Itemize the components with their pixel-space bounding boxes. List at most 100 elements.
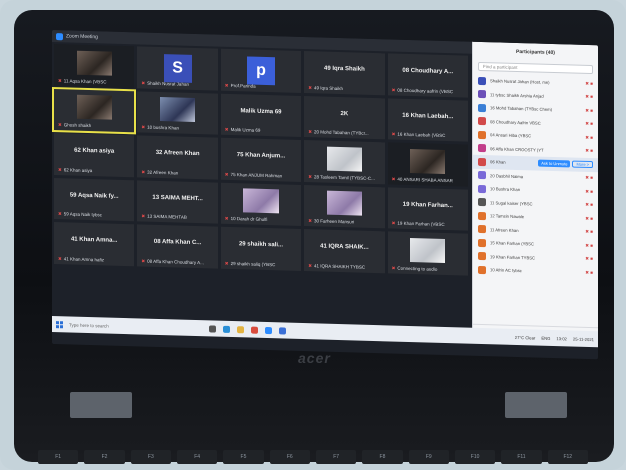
participant-more-button[interactable]: More > bbox=[572, 160, 593, 169]
video-tile[interactable]: 59 Aqsa Naik fy... ✖ 59 Aqsa Naik tybsc bbox=[54, 177, 135, 222]
video-tile[interactable]: 19 Khan Farhan... ✖ 19 Khan Farhan (VBSC bbox=[387, 186, 468, 231]
edge-icon[interactable] bbox=[223, 325, 230, 333]
video-tile[interactable]: 62 Khan asiya ✖ 62 Khan asiya bbox=[54, 133, 135, 177]
video-tile[interactable]: 41 IQRA SHAIK... ✖ 41 IQRA SHAIKH TYBSC bbox=[304, 229, 385, 273]
laptop-screen: Zoom Meeting ✖ 11 Aqsa Khan (VBSC S ✖ Shaikh… bbox=[52, 30, 598, 360]
participant-label: ✖ 28 Tasleem Tamil (TYBSC-C... bbox=[308, 174, 375, 182]
chrome-icon[interactable] bbox=[251, 326, 258, 334]
participant-name: 08 Choudhary Aafrin VBSC bbox=[490, 118, 541, 126]
participant-label-text: 20 Mohd Tabahan (TYBcr... bbox=[313, 129, 369, 136]
video-tile[interactable]: ✖ 10 Darah dr Ghulfi bbox=[220, 182, 302, 226]
clock-time[interactable]: 13:02 bbox=[556, 336, 566, 341]
video-tile[interactable]: 2K ✖ 20 Mohd Tabahan (TYBcr... bbox=[304, 95, 385, 140]
participant-label: ✖ 29 shaikh saliq (YBSC bbox=[225, 260, 276, 267]
left-hinge bbox=[70, 392, 132, 418]
muted-mic-icon: ✖ bbox=[224, 260, 229, 266]
function-key: F4 bbox=[176, 450, 218, 464]
participant-label-text: Connecting to audio bbox=[397, 265, 438, 272]
muted-mic-icon: ✖ bbox=[308, 173, 312, 179]
participant-label-text: 16 Khan Laebah (VBSC bbox=[397, 131, 446, 138]
video-tile[interactable]: 13 SAIMA MEHT... ✖ 13 SAIMA MEHTAB bbox=[137, 179, 218, 224]
participant-row[interactable]: 10 Afrin AC tybsc ✖ ■ bbox=[473, 263, 598, 280]
participant-label: ✖ 32 Afreen Khan bbox=[141, 169, 178, 176]
participant-label: ✖ 19 Khan Farhan (VBSC bbox=[392, 220, 445, 227]
video-tile[interactable]: p ✖ Prof.Parinda bbox=[220, 48, 302, 93]
participant-display-name: 49 Iqra Shaikh bbox=[324, 65, 365, 73]
participant-name: 06 Affa Khan CROOSTY (YT bbox=[490, 145, 544, 153]
participant-name: 04 Ansari Hiba (YBSC bbox=[490, 132, 532, 139]
task-view-icon[interactable] bbox=[209, 324, 216, 333]
participant-label: ✖ 75 Khan ANJUM Rahman bbox=[225, 171, 282, 179]
laptop-brand-logo: acer bbox=[298, 350, 331, 366]
participant-label-text: Malik Uzma 69 bbox=[230, 126, 261, 133]
ask-to-unmute-button[interactable]: Ask to Unmute bbox=[538, 159, 571, 168]
participant-search-input[interactable]: Find a participant bbox=[478, 61, 593, 75]
video-tile[interactable]: ✖ Ghosh shaikh bbox=[52, 86, 137, 135]
participant-display-name: 13 SAIMA MEHT... bbox=[152, 194, 203, 202]
participant-avatar bbox=[478, 76, 486, 85]
file-explorer-icon[interactable] bbox=[237, 325, 244, 333]
mic-camera-off-icon: ✖ ■ bbox=[585, 242, 593, 248]
function-key: F10 bbox=[454, 450, 496, 464]
muted-mic-icon: ✖ bbox=[391, 220, 396, 226]
video-tile[interactable]: 29 shaikh sali... ✖ 29 shaikh saliq (YBSC bbox=[220, 226, 302, 271]
video-tile[interactable]: 16 Khan Laebah... ✖ 16 Khan Laebah (VBSC bbox=[387, 97, 468, 142]
participant-label-text: 32 Afreen Khan bbox=[147, 169, 179, 176]
participant-avatar bbox=[478, 144, 486, 153]
participant-avatar bbox=[478, 171, 486, 180]
muted-mic-icon: ✖ bbox=[141, 124, 146, 130]
video-tile[interactable]: S ✖ Shaikh Nusrat Jahan bbox=[137, 46, 218, 91]
video-tile[interactable]: Malik Uzma 69 ✖ Malik Uzma 69 bbox=[220, 93, 302, 137]
participant-label: ✖ Ghosh shaikh bbox=[58, 122, 91, 129]
video-tile[interactable]: ✖ 28 Tasleem Tamil (TYBSC-C... bbox=[304, 140, 385, 184]
video-tile[interactable]: ✖ 40 ANSARI SHABA ANSAR bbox=[387, 142, 468, 187]
participant-label: ✖ 62 Khan asiya bbox=[58, 167, 92, 174]
language-indicator[interactable]: ENG bbox=[541, 335, 550, 340]
participant-label-text: Ghosh shaikh bbox=[63, 122, 92, 129]
participant-display-name: 29 shaikh sali... bbox=[238, 241, 283, 249]
video-tile[interactable]: 41 Khan Amna... ✖ 41 Khan Amna hafiz bbox=[54, 222, 135, 266]
function-key: F8 bbox=[362, 450, 403, 464]
muted-mic-icon: ✖ bbox=[391, 175, 396, 182]
participant-label-text: 19 Khan Farhan (VBSC bbox=[397, 220, 445, 227]
muted-mic-icon: ✖ bbox=[308, 84, 312, 90]
mic-camera-off-icon: ✖ ■ bbox=[585, 229, 593, 235]
participant-name: 11 Sugal kaiser (YBSC bbox=[490, 199, 533, 207]
zoom-app-icon[interactable] bbox=[265, 326, 272, 334]
video-tile[interactable]: 32 Afreen Khan ✖ 32 Afreen Khan bbox=[137, 135, 218, 180]
video-tile[interactable]: ✖ 30 Farheen Mansuri bbox=[304, 184, 385, 229]
muted-mic-icon: ✖ bbox=[141, 257, 146, 264]
taskbar-search-input[interactable]: Type here to search bbox=[69, 322, 179, 330]
participant-video bbox=[76, 94, 112, 121]
clock-date[interactable]: 25-11-2021 bbox=[573, 336, 594, 342]
video-tile[interactable]: 08 Choudhary A... ✖ 08 Choudhary aafrin (V… bbox=[387, 53, 468, 98]
participant-display-name: 62 Khan asiya bbox=[74, 147, 115, 155]
participant-label-text: 28 Tasleem Tamil (TYBSC-C... bbox=[313, 173, 375, 181]
mic-camera-off-icon: ✖ ■ bbox=[585, 175, 593, 181]
participant-video bbox=[326, 190, 363, 217]
participant-name: 20 Dasbhil Naima bbox=[490, 172, 524, 179]
participants-title: Participants (40) bbox=[516, 48, 555, 57]
participant-label: ✖ 08 Choudhary aafrin (VBSC bbox=[392, 87, 454, 95]
participant-avatar bbox=[478, 184, 486, 193]
video-tile[interactable]: ✖ Connecting to audio bbox=[387, 231, 468, 276]
participant-name: 16 Mohd Tabahan (TYBsc Chem) bbox=[490, 105, 553, 113]
muted-mic-icon: ✖ bbox=[58, 122, 62, 128]
windows-start-icon[interactable] bbox=[56, 320, 63, 328]
mic-camera-off-icon: ✖ ■ bbox=[585, 121, 593, 127]
participant-label: ✖ 49 Iqra Shaikh bbox=[308, 85, 343, 92]
participant-label-text: 30 Farheen Mansuri bbox=[313, 218, 355, 225]
participant-name: 06 Khan bbox=[490, 159, 506, 165]
function-key: F3 bbox=[130, 450, 171, 464]
video-tile[interactable]: 75 Khan Anjum... ✖ 75 Khan ANJUM Rahman bbox=[220, 137, 302, 182]
participant-name: 10 Bushra Khan bbox=[490, 186, 521, 193]
store-icon[interactable] bbox=[279, 326, 286, 335]
video-tile[interactable]: ✖ 11 Aqsa Khan (VBSC bbox=[54, 44, 135, 88]
participant-display-name: 32 Afreen Khan bbox=[155, 150, 200, 158]
muted-mic-icon: ✖ bbox=[224, 215, 229, 221]
participant-avatar bbox=[478, 117, 486, 126]
video-tile[interactable]: ✖ 10 bushra Khan bbox=[137, 90, 218, 135]
video-tile[interactable]: 49 Iqra Shaikh ✖ 49 Iqra Shaikh bbox=[304, 51, 385, 95]
video-tile[interactable]: 08 Affa Khan C... ✖ 08 Affa Khan Choudhary… bbox=[137, 224, 218, 269]
mic-camera-off-icon: ✖ ■ bbox=[585, 188, 593, 194]
